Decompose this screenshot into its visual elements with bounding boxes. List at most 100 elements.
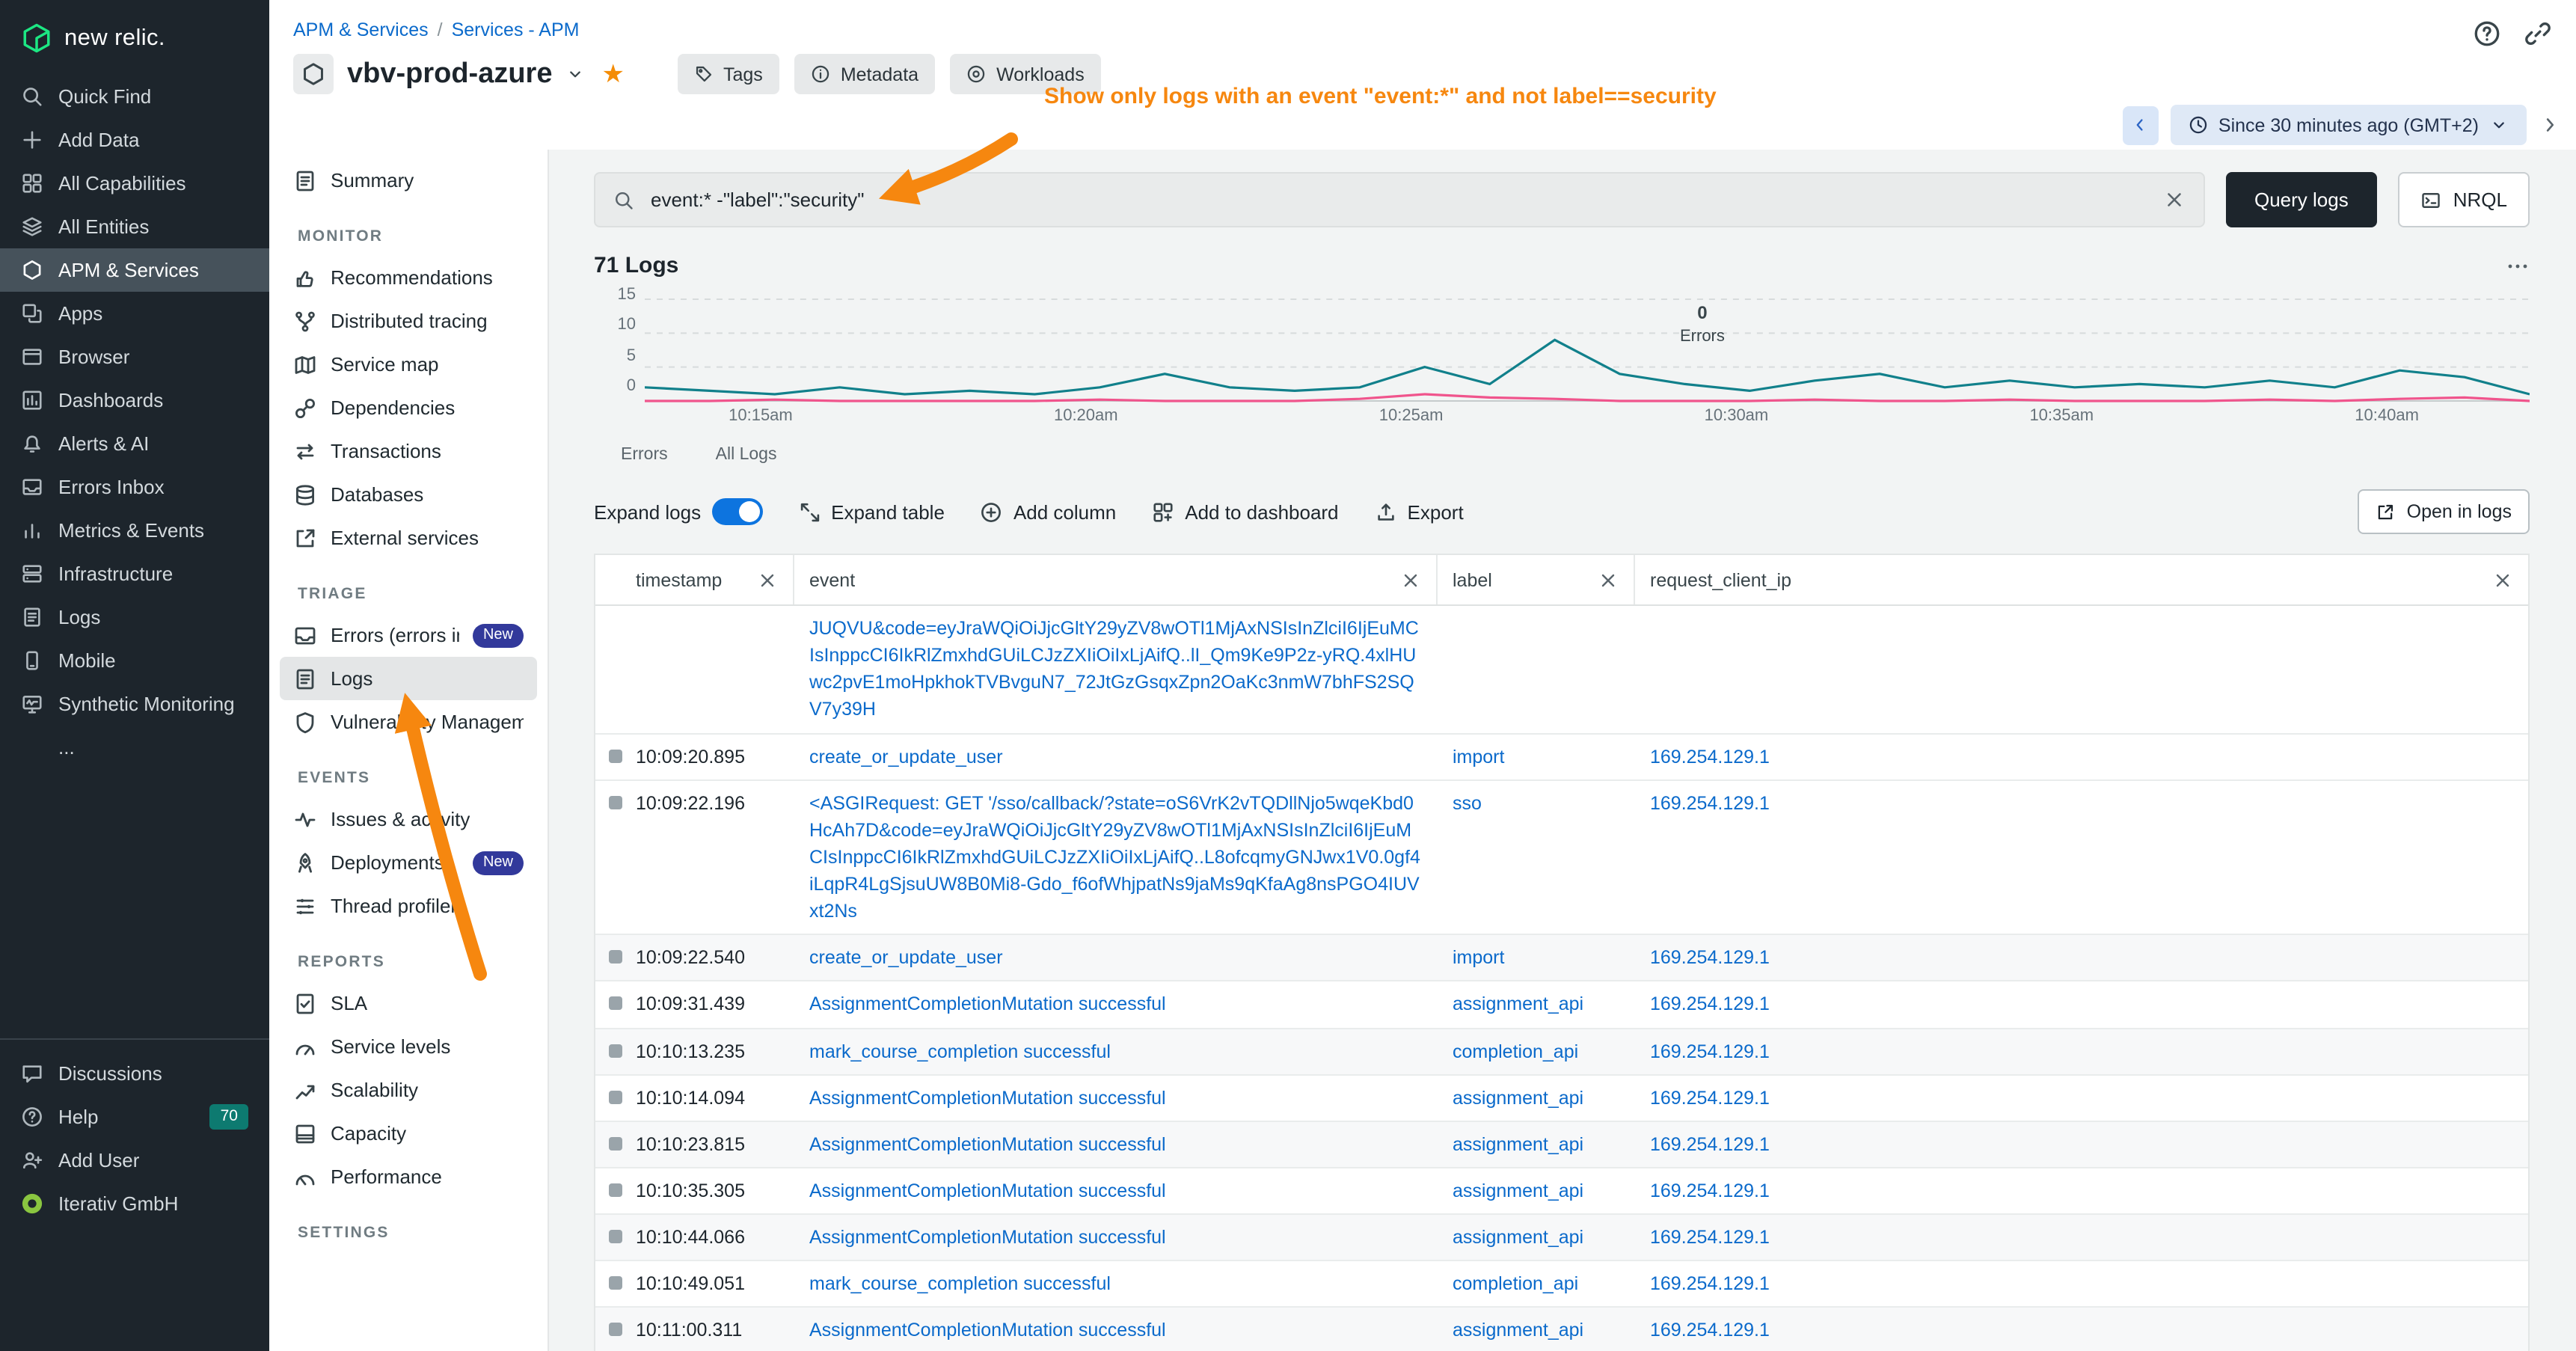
nav-item-service-map[interactable]: Service map [280, 343, 537, 386]
nav-item-thread-profiler[interactable]: Thread profiler [280, 884, 537, 928]
log-ip-link[interactable]: 169.254.129.1 [1650, 1320, 1770, 1341]
nav-item-recommendations[interactable]: Recommendations [280, 256, 537, 299]
sidebar-item-mobile[interactable]: Mobile [0, 639, 269, 682]
expand-logs-toggle[interactable] [711, 498, 762, 525]
time-forward-button[interactable] [2539, 114, 2561, 136]
log-row[interactable]: 10:09:22.196 <ASGIRequest: GET '/sso/cal… [595, 780, 2528, 935]
log-row[interactable]: 10:10:23.815 AssignmentCompletionMutatio… [595, 1122, 2528, 1168]
nav-item-databases[interactable]: Databases [280, 473, 537, 516]
open-in-logs-button[interactable]: Open in logs [2358, 489, 2530, 534]
log-ip-link[interactable]: 169.254.129.1 [1650, 1041, 1770, 1062]
log-ip-link[interactable]: 169.254.129.1 [1650, 746, 1770, 767]
sidebar-item-infrastructure[interactable]: Infrastructure [0, 552, 269, 595]
time-picker[interactable]: Since 30 minutes ago (GMT+2) [2171, 105, 2527, 145]
sidebar-item-discussions[interactable]: Discussions [0, 1052, 269, 1095]
nav-item-deployments[interactable]: Deployments New [280, 841, 537, 884]
log-event-link[interactable]: AssignmentCompletionMutation successful [809, 1134, 1166, 1155]
row-expand-handle[interactable] [609, 1044, 622, 1057]
sidebar-item-logs[interactable]: Logs [0, 595, 269, 639]
log-event-link[interactable]: mark_course_completion successful [809, 1041, 1111, 1062]
log-label-link[interactable]: assignment_api [1453, 1087, 1583, 1108]
logs-more-menu[interactable] [2506, 254, 2530, 278]
remove-event-column-icon[interactable] [1400, 569, 1421, 590]
sidebar-item-all-entities[interactable]: All Entities [0, 205, 269, 248]
log-row[interactable]: 10:11:00.311 AssignmentCompletionMutatio… [595, 1308, 2528, 1351]
log-ip-link[interactable]: 169.254.129.1 [1650, 1180, 1770, 1201]
log-event-link[interactable]: <ASGIRequest: GET '/sso/callback/?state=… [809, 792, 1420, 922]
nav-item-summary[interactable]: Summary [280, 159, 537, 202]
row-expand-handle[interactable] [609, 951, 622, 964]
nav-item-errors-errors-inb[interactable]: Errors (errors inb... New [280, 613, 537, 657]
sidebar-item-iterativ-gmbh[interactable]: Iterativ GmbH [0, 1182, 269, 1225]
nav-item-capacity[interactable]: Capacity [280, 1112, 537, 1155]
row-expand-handle[interactable] [609, 997, 622, 1011]
log-label-link[interactable]: assignment_api [1453, 1320, 1583, 1341]
log-row[interactable]: 10:10:13.235 mark_course_completion succ… [595, 1029, 2528, 1075]
log-row[interactable]: 10:10:44.066 AssignmentCompletionMutatio… [595, 1215, 2528, 1261]
row-expand-handle[interactable] [609, 1183, 622, 1197]
row-expand-handle[interactable] [609, 1276, 622, 1290]
remove-ip-column-icon[interactable] [2492, 569, 2513, 590]
sidebar-item-browser[interactable]: Browser [0, 335, 269, 379]
expand-table-button[interactable]: Expand table [798, 500, 945, 523]
log-row[interactable]: 10:10:35.305 AssignmentCompletionMutatio… [595, 1168, 2528, 1215]
log-label-link[interactable]: assignment_api [1453, 994, 1583, 1015]
nav-item-sla[interactable]: SLA [280, 981, 537, 1025]
remove-timestamp-column-icon[interactable] [757, 569, 778, 590]
log-label-link[interactable]: import [1453, 948, 1504, 969]
sidebar-item-quick-find[interactable]: Quick Find [0, 75, 269, 118]
log-ip-link[interactable]: 169.254.129.1 [1650, 994, 1770, 1015]
export-button[interactable]: Export [1375, 500, 1464, 523]
question-icon[interactable] [2473, 19, 2501, 48]
legend-item-errors[interactable]: Errors [600, 446, 668, 464]
log-event-link[interactable]: AssignmentCompletionMutation successful [809, 994, 1166, 1015]
link-icon[interactable] [2524, 19, 2552, 48]
favorite-star-icon[interactable]: ★ [602, 61, 625, 87]
log-ip-link[interactable]: 169.254.129.1 [1650, 1227, 1770, 1248]
entity-action-tags[interactable]: Tags [677, 54, 779, 94]
add-to-dashboard-button[interactable]: Add to dashboard [1152, 500, 1338, 523]
sidebar-item-dashboards[interactable]: Dashboards [0, 379, 269, 422]
sidebar-item-add-user[interactable]: Add User [0, 1139, 269, 1182]
log-label-link[interactable]: sso [1453, 792, 1482, 813]
log-ip-link[interactable]: 169.254.129.1 [1650, 1087, 1770, 1108]
legend-item-all-logs[interactable]: All Logs [695, 446, 777, 464]
chevron-down-icon[interactable] [566, 64, 586, 84]
sidebar-item-errors-inbox[interactable]: Errors Inbox [0, 465, 269, 509]
log-row[interactable]: JUQVU&code=eyJraWQiOiJjcGltY29yZV8wOTl1M… [595, 606, 2528, 734]
row-expand-handle[interactable] [609, 1323, 622, 1337]
log-ip-link[interactable]: 169.254.129.1 [1650, 1134, 1770, 1155]
sidebar-item-apps[interactable]: Apps [0, 292, 269, 335]
remove-label-column-icon[interactable] [1598, 569, 1619, 590]
nav-item-issues-activity[interactable]: Issues & activity [280, 797, 537, 841]
nav-item-performance[interactable]: Performance [280, 1155, 537, 1198]
sidebar-item-[interactable]: ... [0, 726, 269, 769]
breadcrumb-apm-services[interactable]: APM & Services [293, 19, 429, 40]
row-expand-handle[interactable] [609, 795, 622, 809]
new-relic-logo[interactable]: new relic. [0, 0, 269, 75]
entity-action-metadata[interactable]: Metadata [794, 54, 935, 94]
log-label-link[interactable]: import [1453, 746, 1504, 767]
sidebar-item-all-capabilities[interactable]: All Capabilities [0, 162, 269, 205]
sidebar-item-synthetic-monitoring[interactable]: Synthetic Monitoring [0, 682, 269, 726]
chart-plot[interactable]: 0 Errors [645, 293, 2530, 402]
log-event-link[interactable]: AssignmentCompletionMutation successful [809, 1320, 1166, 1341]
log-event-link[interactable]: create_or_update_user [809, 746, 1003, 767]
log-ip-link[interactable]: 169.254.129.1 [1650, 948, 1770, 969]
row-expand-handle[interactable] [609, 1137, 622, 1151]
log-row[interactable]: 10:09:22.540 create_or_update_user impor… [595, 936, 2528, 982]
nav-item-logs[interactable]: Logs [280, 657, 537, 700]
nav-item-vulnerability-management[interactable]: Vulnerability Management [280, 700, 537, 744]
nrql-button[interactable]: NRQL [2398, 172, 2530, 227]
log-label-link[interactable]: assignment_api [1453, 1227, 1583, 1248]
time-back-button[interactable] [2123, 105, 2159, 144]
row-expand-handle[interactable] [609, 749, 622, 762]
log-ip-link[interactable]: 169.254.129.1 [1650, 792, 1770, 813]
log-row[interactable]: 10:10:14.094 AssignmentCompletionMutatio… [595, 1075, 2528, 1121]
breadcrumb-services-apm[interactable]: Services - APM [452, 19, 580, 40]
log-label-link[interactable]: assignment_api [1453, 1134, 1583, 1155]
log-row[interactable]: 10:09:20.895 create_or_update_user impor… [595, 734, 2528, 780]
row-expand-handle[interactable] [609, 1230, 622, 1243]
clear-query-icon[interactable] [2163, 189, 2186, 211]
log-row[interactable]: 10:10:49.051 mark_course_completion succ… [595, 1261, 2528, 1308]
